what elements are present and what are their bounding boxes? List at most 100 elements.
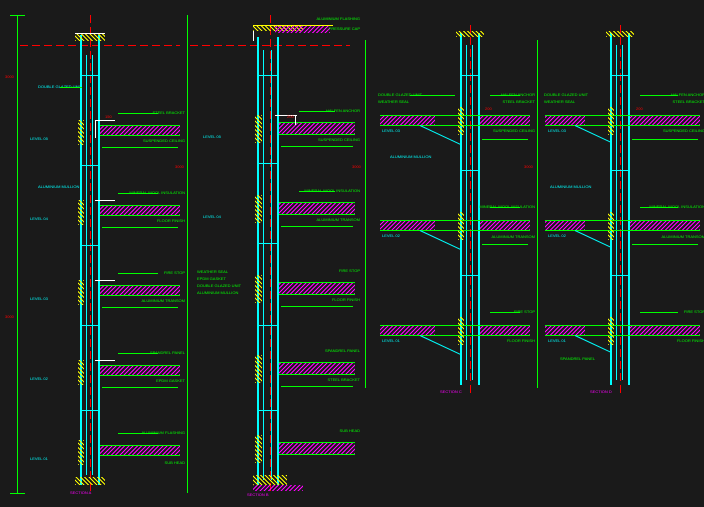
lead [118, 113, 158, 114]
dim-v-c [365, 40, 366, 388]
sill [253, 485, 303, 491]
lead [490, 95, 520, 96]
transom [257, 163, 279, 164]
slab [279, 374, 355, 375]
slab-line [100, 375, 180, 376]
ceiling [281, 386, 353, 387]
ann: ALUMINIUM TRANSOM [317, 218, 360, 222]
dim: 3000 [352, 165, 361, 169]
ann: WEATHER SEAL [544, 100, 575, 104]
lead [410, 95, 455, 96]
lead [118, 433, 158, 434]
edge [253, 31, 254, 41]
ann: ALUMINIUM FLASHING [316, 17, 360, 21]
slab [545, 220, 700, 221]
slab [279, 282, 355, 283]
transom [257, 75, 279, 76]
slab [630, 115, 700, 125]
cap-line [75, 33, 105, 34]
transom [460, 170, 480, 171]
slab [279, 122, 355, 123]
lvl: LEVEL 01 [30, 457, 48, 461]
ann: SUSPENDED CEILING [143, 139, 185, 143]
dim: 200 [287, 115, 294, 119]
lead [118, 273, 158, 274]
bracket [95, 120, 96, 138]
lvl: LEVEL 03 [30, 297, 48, 301]
ceiling [482, 244, 528, 245]
dim-v-b [187, 15, 188, 493]
diag [420, 230, 461, 250]
ann: ALUMINIUM TRANSOM [492, 235, 535, 239]
ceiling [632, 139, 698, 140]
transom [610, 275, 630, 276]
slab [480, 115, 530, 125]
slab [545, 230, 700, 231]
bracket [95, 360, 115, 361]
lvl: LEVEL 02 [548, 234, 566, 238]
cad-canvas[interactable]: STEEL BRACKET SUSPENDED CEILING LEVEL 05… [0, 0, 704, 507]
flash [253, 25, 333, 26]
lvl: LEVEL 02 [30, 377, 48, 381]
slab [630, 220, 700, 230]
lead [490, 207, 520, 208]
slab [480, 220, 530, 230]
spandrel [78, 280, 84, 305]
spandrel [78, 440, 84, 465]
sill [253, 475, 287, 485]
ann: SUSPENDED CEILING [318, 138, 360, 142]
ann: WEATHER SEAL [378, 100, 409, 104]
ceiling [482, 139, 528, 140]
lead [299, 191, 335, 192]
dim-v-d [537, 40, 538, 388]
dim: 150 [105, 115, 112, 119]
glass [271, 50, 272, 480]
slab-line [100, 205, 180, 206]
mullion [257, 37, 259, 485]
centerline-a [90, 15, 91, 495]
diag [420, 125, 461, 145]
slab-line [100, 135, 180, 136]
slab [380, 115, 530, 116]
lead [60, 87, 82, 88]
ann: FIRE STOP [684, 310, 704, 314]
title-d: SECTION D [590, 390, 612, 394]
title-a: SECTION A [70, 491, 91, 495]
slab [279, 134, 355, 135]
bracket [295, 115, 296, 125]
ann: ALUMINIUM MULLION [197, 291, 238, 295]
spandrel [255, 275, 262, 303]
slab-line [100, 215, 180, 216]
transom [610, 170, 630, 171]
slab-line [100, 445, 180, 446]
slab [279, 454, 355, 455]
spandrel [608, 107, 614, 135]
dim: 200 [636, 107, 643, 111]
dim-v-a [17, 15, 18, 493]
transom [80, 75, 100, 76]
lvl: LEVEL 02 [382, 234, 400, 238]
diag [420, 335, 461, 355]
slab [545, 115, 585, 125]
ann: SUSPENDED CEILING [663, 129, 704, 133]
ceiling [102, 147, 178, 148]
coping [275, 25, 330, 33]
transom [610, 75, 630, 76]
lead [118, 193, 158, 194]
ext [10, 493, 25, 494]
lvl: LEVEL 05 [30, 137, 48, 141]
cap [456, 31, 484, 37]
lvl: LEVEL 04 [30, 217, 48, 221]
ann: SPANDREL PANEL [560, 357, 595, 361]
slab [380, 230, 530, 231]
slab [100, 285, 180, 295]
slab [380, 125, 530, 126]
slab [545, 335, 700, 336]
transom [460, 275, 480, 276]
slab [279, 122, 355, 134]
lead [490, 312, 520, 313]
slab [380, 325, 530, 326]
slab [279, 362, 355, 374]
slab [100, 205, 180, 215]
slab [545, 220, 585, 230]
